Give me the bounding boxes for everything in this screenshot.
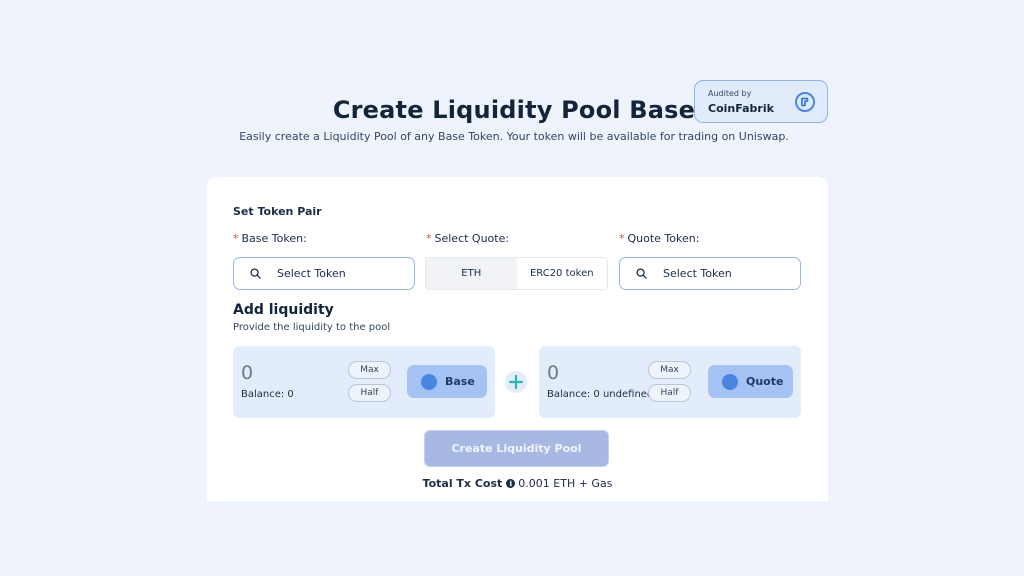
info-icon[interactable]: i <box>506 479 516 488</box>
section-label-token-pair: Set Token Pair <box>233 205 322 218</box>
quote-token-label: * Quote Token: <box>619 232 700 245</box>
base-amount-input[interactable]: 0 <box>241 362 331 384</box>
base-token-button[interactable]: Base <box>407 365 487 398</box>
quote-liquidity-box: 0 Balance: 0 undefined Max Half Quote <box>539 346 801 418</box>
tx-cost-label: Total Tx Cost <box>422 477 503 490</box>
base-token-placeholder: Select Token <box>277 267 346 280</box>
plus-icon <box>505 371 527 393</box>
required-asterisk: * <box>426 232 432 245</box>
quote-type-toggle: ETH ERC20 token <box>425 257 608 290</box>
tx-cost-value: 0.001 ETH + Gas <box>518 477 613 490</box>
quote-balance: Balance: 0 undefined <box>547 389 654 400</box>
quote-token-placeholder: Select Token <box>663 267 732 280</box>
base-balance: Balance: 0 <box>241 389 294 400</box>
base-max-button[interactable]: Max <box>348 361 391 379</box>
base-liquidity-box: 0 Balance: 0 Max Half Base <box>233 346 495 418</box>
page-subtitle: Easily create a Liquidity Pool of any Ba… <box>239 130 789 143</box>
quote-amount-input[interactable]: 0 <box>547 362 637 384</box>
required-asterisk: * <box>233 232 239 245</box>
page-title: Create Liquidity Pool Base <box>332 96 696 124</box>
create-liquidity-pool-button[interactable]: Create Liquidity Pool <box>424 430 609 467</box>
token-placeholder-icon <box>421 373 437 390</box>
quote-token-select[interactable]: Select Token <box>619 257 801 290</box>
token-placeholder-icon <box>722 373 738 390</box>
quote-half-button[interactable]: Half <box>648 384 691 402</box>
required-asterisk: * <box>619 232 625 245</box>
add-liquidity-title: Add liquidity <box>233 302 334 318</box>
liquidity-card: Set Token Pair * Base Token: * Select Quot… <box>207 177 828 501</box>
add-liquidity-subtitle: Provide the liquidity to the pool <box>233 322 391 333</box>
quote-option-erc20[interactable]: ERC20 token <box>516 258 607 289</box>
base-token-select[interactable]: Select Token <box>233 257 415 290</box>
quote-option-eth[interactable]: ETH <box>426 258 517 289</box>
quote-max-button[interactable]: Max <box>648 361 691 379</box>
search-icon <box>636 268 647 279</box>
search-icon <box>250 268 261 279</box>
select-quote-label: * Select Quote: <box>426 232 510 245</box>
base-token-label: * Base Token: <box>233 232 307 245</box>
total-tx-cost: Total Tx Cost i 0.001 ETH + Gas <box>207 477 828 490</box>
base-half-button[interactable]: Half <box>348 384 391 402</box>
quote-token-button-label: Quote <box>746 375 784 388</box>
base-token-button-label: Base <box>445 375 475 388</box>
quote-token-button[interactable]: Quote <box>708 365 793 398</box>
